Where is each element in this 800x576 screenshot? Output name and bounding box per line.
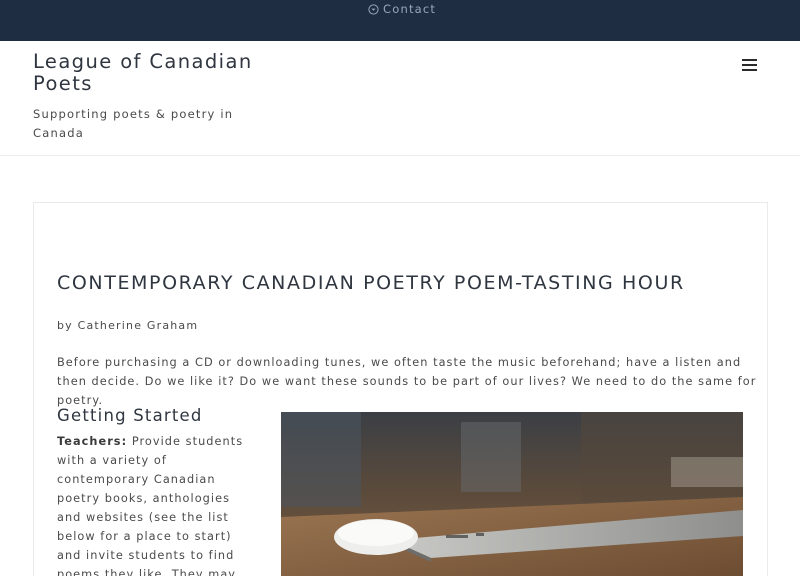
hamburger-menu-icon[interactable] [741, 58, 759, 72]
chevron-circle-down-icon [368, 3, 379, 15]
article-photo [281, 412, 743, 576]
site-header: League of Canadian Poets Supporting poet… [0, 41, 800, 156]
article-intro: Before purchasing a CD or downloading tu… [57, 356, 757, 407]
teachers-paragraph: Teachers: Provide students with a variet… [57, 432, 257, 576]
article-byline: by Catherine Graham [57, 319, 199, 332]
top-bar: Contact [0, 0, 800, 41]
teachers-label: Teachers: [57, 435, 128, 448]
site-tagline: Supporting poets & poetry in Canada [33, 107, 234, 140]
site-title[interactable]: League of Canadian Poets [33, 51, 263, 95]
page-title: CONTEMPORARY CANADIAN POETRY POEM-TASTIN… [57, 272, 685, 294]
section-heading: Getting Started [57, 406, 203, 425]
teachers-text: Provide students with a variety of conte… [57, 435, 244, 576]
contact-label: Contact [383, 2, 437, 16]
contact-link[interactable]: Contact [368, 2, 436, 16]
